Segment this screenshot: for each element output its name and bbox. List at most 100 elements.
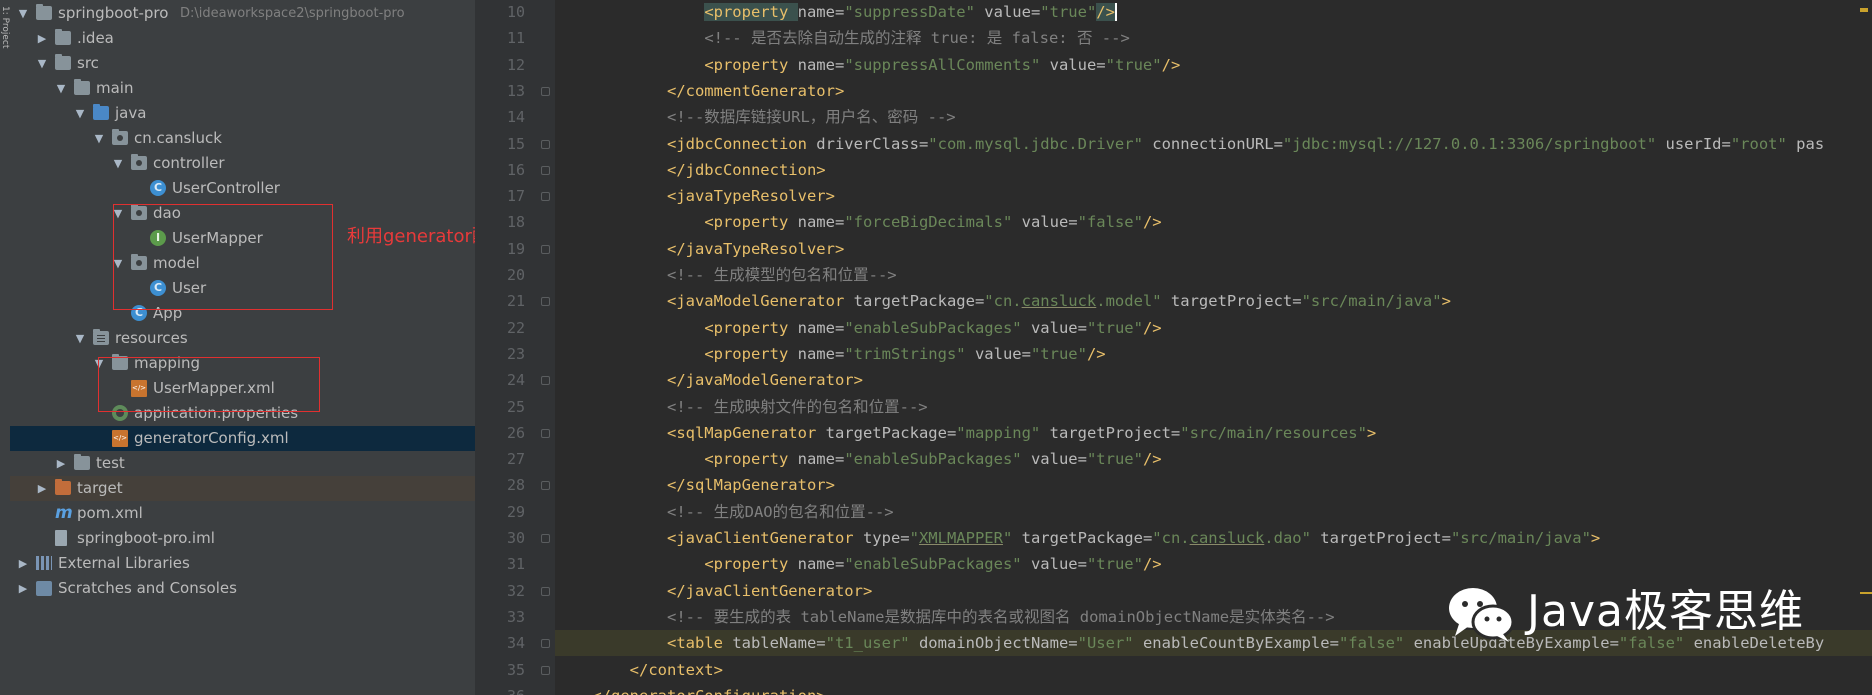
code-line[interactable]: <!--数据库链接URL，用户名、密码 --> (555, 104, 1872, 130)
code-line[interactable]: <property name="forceBigDecimals" value=… (555, 209, 1872, 235)
code-token: name= (797, 555, 845, 574)
code-token: enableCountByExample= (1133, 634, 1339, 653)
tree-item[interactable]: generatorConfig.xml (10, 426, 475, 451)
chevron-down-icon[interactable]: ▼ (73, 101, 87, 126)
code-token: "true" (1030, 344, 1087, 363)
fold-marker-icon[interactable] (541, 244, 550, 254)
code-line[interactable]: </jdbcConnection> (555, 157, 1872, 183)
fold-marker-icon[interactable] (541, 376, 550, 386)
code-line[interactable]: </generatorConfiguration> (555, 683, 1872, 695)
fold-marker-icon[interactable] (541, 534, 550, 543)
tree-item[interactable]: springboot-pro.iml (10, 526, 475, 551)
code-line[interactable]: <javaTypeResolver> (555, 183, 1872, 209)
resources-folder-icon (93, 329, 109, 345)
scrollbar-marker[interactable] (1860, 8, 1868, 12)
code-line[interactable]: <jdbcConnection driverClass="com.mysql.j… (555, 131, 1872, 157)
tree-item[interactable]: ▶ target (10, 476, 475, 501)
tree-item[interactable]: ▼ src (10, 51, 475, 76)
chevron-down-icon[interactable]: ▼ (73, 326, 87, 351)
tree-item[interactable]: ▼ cn.cansluck (10, 126, 475, 151)
chevron-down-icon[interactable]: ▼ (35, 51, 49, 76)
code-line[interactable]: <!-- 是否去除自动生成的注释 true: 是 false: 否 --> (555, 25, 1872, 51)
fold-marker-icon[interactable] (541, 86, 550, 96)
fold-marker-icon[interactable] (541, 639, 550, 649)
code-line[interactable]: <property name="enableSubPackages" value… (555, 551, 1872, 577)
code-token: /> (1142, 555, 1162, 574)
code-line[interactable]: <javaModelGenerator targetPackage="cn.ca… (555, 288, 1872, 314)
chevron-right-icon[interactable]: ▶ (35, 26, 49, 51)
code-line[interactable]: <property name="enableSubPackages" value… (555, 315, 1872, 341)
code-line[interactable]: </commentGenerator> (555, 78, 1872, 104)
tree-item[interactable]: ▼ java (10, 101, 475, 126)
fold-marker-icon[interactable] (541, 665, 550, 675)
chevron-right-icon[interactable]: ▶ (16, 576, 30, 601)
tree-item-label: controller (153, 154, 225, 172)
code-token: cansluck (1189, 529, 1265, 547)
chevron-right-icon[interactable]: ▶ (16, 551, 30, 576)
chevron-down-icon[interactable]: ▼ (16, 1, 30, 26)
chevron-down-icon[interactable]: ▼ (111, 151, 125, 176)
code-token: /> (1086, 344, 1106, 363)
code-token: "src/main/resources" (1180, 423, 1367, 442)
tree-item[interactable]: ▶ .idea (10, 26, 475, 51)
code-line[interactable]: <!-- 生成模型的包名和位置--> (555, 262, 1872, 288)
code-line[interactable]: <sqlMapGenerator targetPackage="mapping"… (555, 420, 1872, 446)
code-token: /> (1142, 213, 1162, 232)
fold-marker-icon[interactable] (541, 139, 550, 149)
code-line[interactable]: <!-- 生成DAO的包名和位置--> (555, 499, 1872, 525)
tree-item[interactable]: ▼ springboot-pro D:\ideaworkspace2\springb… (10, 1, 475, 26)
tree-item[interactable]: ▼ controller (10, 151, 475, 176)
chevron-right-icon[interactable]: ▶ (35, 476, 49, 501)
code-line[interactable]: </sqlMapGenerator> (555, 472, 1872, 498)
chevron-down-icon[interactable]: ▼ (54, 76, 68, 101)
fold-marker-icon[interactable] (541, 192, 550, 202)
code-line[interactable]: </javaModelGenerator> (555, 367, 1872, 393)
project-tool-tab[interactable]: 1: Project (0, 6, 10, 206)
fold-marker-icon[interactable] (541, 481, 550, 491)
chevron-right-icon[interactable]: ▶ (54, 451, 68, 476)
scrollbar-marker[interactable] (1860, 592, 1872, 594)
code-token: "true" (1086, 318, 1143, 337)
line-number: 13 (506, 81, 525, 100)
tree-item[interactable]: C UserController (10, 176, 475, 201)
tree-item-label: cn.cansluck (134, 129, 222, 147)
code-token: "true" (1086, 450, 1143, 469)
code-token: > (1590, 529, 1601, 547)
line-number: 36 (475, 683, 525, 695)
tree-item[interactable]: ▼ main (10, 76, 475, 101)
tree-item[interactable]: ▶ test (10, 451, 475, 476)
tree-item[interactable]: m pom.xml (10, 501, 475, 526)
line-number: 19 (506, 239, 525, 258)
code-token: <property (704, 344, 798, 363)
fold-marker-icon[interactable] (541, 165, 550, 175)
code-line[interactable]: <javaClientGenerator type="XMLMAPPER" ta… (555, 525, 1872, 551)
fold-marker-icon[interactable] (541, 428, 550, 438)
code-token: <property (704, 213, 798, 232)
code-line[interactable]: </javaTypeResolver> (555, 236, 1872, 262)
code-token: "src/main/java" (1450, 529, 1591, 547)
code-line[interactable]: <property name="suppressAllComments" val… (555, 52, 1872, 78)
code-line[interactable]: <property name="suppressDate" value="tru… (555, 0, 1872, 25)
line-number: 31 (506, 555, 525, 574)
code-line[interactable]: <property name="trimStrings" value="true… (555, 341, 1872, 367)
line-number: 17 (506, 187, 525, 206)
code-line[interactable]: <property name="enableSubPackages" value… (555, 446, 1872, 472)
code-token: <!-- 生成模型的包名和位置--> (666, 266, 897, 284)
line-number: 24 (506, 371, 525, 390)
chevron-down-icon[interactable]: ▼ (92, 126, 106, 151)
fold-marker-icon[interactable] (541, 297, 550, 307)
folder-icon (55, 54, 71, 70)
fold-marker-icon[interactable] (541, 586, 550, 596)
code-token: </generatorConfiguration> (592, 687, 825, 695)
code-token: name= (797, 213, 845, 232)
tree-item[interactable]: ▼ resources (10, 326, 475, 351)
code-line[interactable]: <!-- 生成映射文件的包名和位置--> (555, 394, 1872, 420)
code-token: value= (1021, 450, 1087, 469)
code-line[interactable]: </context> (555, 657, 1872, 683)
tree-item-label: springboot-pro (58, 4, 169, 22)
tree-item[interactable]: ▶ Scratches and Consoles (10, 576, 475, 601)
tree-item[interactable]: ▶ External Libraries (10, 551, 475, 576)
